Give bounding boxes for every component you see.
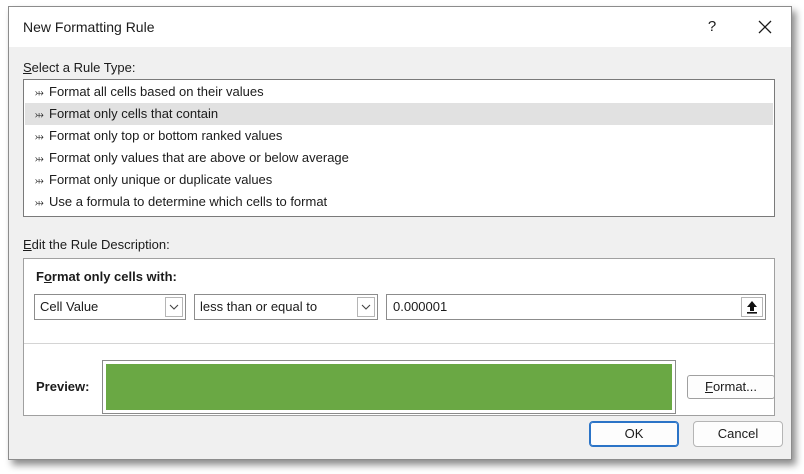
preview-box	[102, 360, 676, 414]
chevron-down-icon	[169, 304, 179, 310]
bullet-arrow-icon: ⤔	[35, 175, 44, 187]
format-button[interactable]: Format...	[687, 375, 775, 399]
operator-dropdown-button[interactable]	[357, 297, 375, 317]
rule-type-item[interactable]: ⤔ Use a formula to determine which cells …	[25, 191, 773, 213]
help-button[interactable]: ?	[701, 15, 723, 39]
bullet-arrow-icon: ⤔	[35, 197, 44, 209]
divider	[24, 343, 774, 344]
bullet-arrow-icon: ⤔	[35, 153, 44, 165]
condition-type-dropdown-button[interactable]	[165, 297, 183, 317]
title-bar: New Formatting Rule ?	[9, 7, 791, 47]
rule-type-item[interactable]: ⤔ Format only unique or duplicate values	[25, 169, 773, 191]
operator-select[interactable]: less than or equal to	[194, 294, 378, 320]
rule-description-panel: Format only cells with: Cell Value less …	[23, 258, 775, 416]
range-select-button[interactable]	[741, 297, 763, 317]
close-icon	[758, 20, 772, 34]
help-icon: ?	[707, 18, 717, 35]
bullet-arrow-icon: ⤔	[35, 87, 44, 99]
rule-type-label: Select a Rule Type:	[23, 60, 136, 75]
chevron-down-icon	[361, 304, 371, 310]
preview-fill-swatch	[106, 364, 672, 410]
value-input[interactable]: 0.000001	[386, 294, 766, 320]
new-formatting-rule-dialog: New Formatting Rule ? Select a Rule Type…	[8, 6, 792, 460]
rule-type-item[interactable]: ⤔ Format only top or bottom ranked values	[25, 125, 773, 147]
condition-type-select[interactable]: Cell Value	[34, 294, 186, 320]
rule-description-label: Edit the Rule Description:	[23, 237, 170, 252]
rule-type-item-selected[interactable]: ⤔ Format only cells that contain	[25, 103, 773, 125]
format-only-cells-heading: Format only cells with:	[36, 269, 177, 284]
rule-type-list[interactable]: ⤔ Format all cells based on their values …	[23, 79, 775, 217]
ok-button[interactable]: OK	[589, 421, 679, 447]
cancel-button[interactable]: Cancel	[693, 421, 783, 447]
close-button[interactable]	[751, 15, 779, 39]
upload-arrow-icon	[747, 301, 757, 314]
rule-type-item[interactable]: ⤔ Format only values that are above or be…	[25, 147, 773, 169]
preview-label: Preview:	[36, 379, 90, 394]
dialog-title: New Formatting Rule	[23, 19, 155, 35]
bullet-arrow-icon: ⤔	[35, 131, 44, 143]
rule-type-item[interactable]: ⤔ Format all cells based on their values	[25, 81, 773, 103]
bullet-arrow-icon: ⤔	[35, 109, 44, 121]
